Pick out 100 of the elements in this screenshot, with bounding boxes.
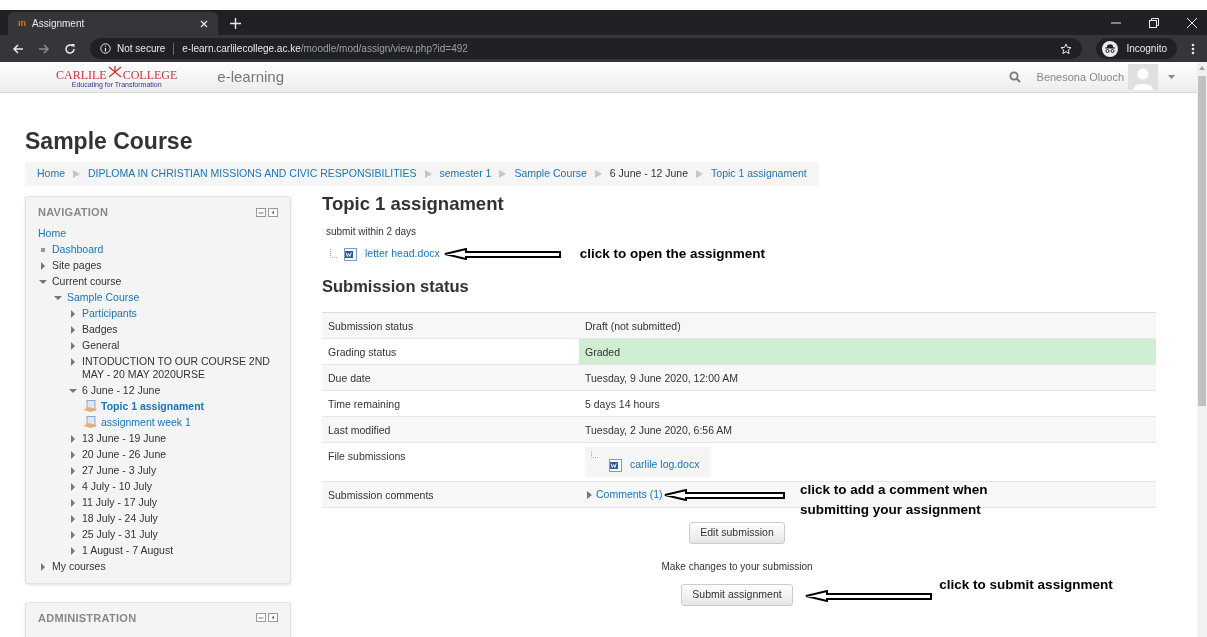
nav-item[interactable]: 18 July - 24 July	[82, 512, 278, 525]
file-link[interactable]: letter head.docx	[365, 246, 440, 262]
block-controls-icon[interactable]	[256, 613, 278, 623]
nav-item[interactable]: 11 July - 17 July	[82, 496, 278, 509]
table-cell-text: Submission status	[327, 319, 415, 335]
collapsed-icon[interactable]	[68, 356, 78, 367]
separator-icon	[424, 170, 432, 178]
nav-link[interactable]: Dashboard	[52, 243, 278, 256]
table-cell-text: Draft (not submitted)	[584, 319, 682, 335]
nav-item[interactable]: Current course	[52, 275, 278, 288]
caret-icon[interactable]	[1168, 75, 1175, 79]
nav-link[interactable]: Topic 1 assignament	[101, 400, 278, 413]
annotation-text: click to open the assignment	[579, 245, 765, 263]
breadcrumb-link[interactable]: Topic 1 assignament	[711, 166, 807, 182]
assignment-title: Topic 1 assignament	[322, 193, 505, 215]
table-cell-text: 5 days 14 hours	[584, 397, 661, 413]
block-title: ADMINISTRATION	[38, 610, 137, 626]
incognito-button[interactable]: Incognito	[1096, 38, 1177, 59]
breadcrumb-link[interactable]: DIPLOMA IN CHRISTIAN MISSIONS AND CIVIC RESPONSIBILITIES	[88, 166, 417, 182]
collapsed-icon[interactable]	[68, 449, 78, 460]
browser-tab[interactable]: ın Assignment	[8, 12, 218, 35]
nav-item[interactable]: Badges	[82, 323, 278, 336]
arrow-icon	[443, 248, 562, 261]
search-icon[interactable]	[1008, 71, 1021, 83]
page-title: Sample Course	[25, 127, 194, 156]
table-cell-text: File submissions	[327, 449, 407, 465]
nav-link[interactable]: Home	[38, 227, 278, 240]
nav-item[interactable]: 4 July - 10 July	[82, 480, 278, 493]
favicon: ın	[18, 16, 26, 30]
scrollbar[interactable]	[1197, 62, 1207, 637]
nav-link[interactable]: Participants	[82, 307, 278, 320]
collapsed-icon[interactable]	[68, 529, 78, 540]
url-text: e-learn.carlilecollege.ac.ke/moodle/mod/assign/view.php?id=492	[182, 42, 468, 56]
section-title: Submission status	[322, 276, 470, 297]
nav-item[interactable]: My courses	[52, 560, 278, 573]
comments-link[interactable]: Comments (1)	[596, 486, 663, 503]
collapsed-icon[interactable]	[585, 490, 593, 499]
table-cell: Graded	[579, 339, 1156, 365]
restore-icon[interactable]	[1149, 17, 1159, 28]
collapsed-icon[interactable]	[68, 340, 78, 351]
collapsed-icon[interactable]	[68, 481, 78, 492]
nav-item[interactable]: 25 July - 31 July	[82, 528, 278, 541]
separator-icon	[73, 170, 80, 178]
word-file-icon[interactable]	[609, 458, 622, 472]
submit-assignment-button[interactable]: Submit assignment	[681, 584, 793, 607]
collapsed-icon[interactable]	[68, 497, 78, 508]
nav-item[interactable]: Site pages	[52, 259, 278, 272]
assignment-icon	[83, 416, 97, 429]
nav-link[interactable]: Sample Course	[67, 291, 278, 304]
breadcrumb-link[interactable]: Home	[37, 166, 65, 182]
collapsed-icon[interactable]	[38, 260, 48, 271]
site-name[interactable]: e-learning	[217, 65, 285, 89]
breadcrumb-link[interactable]: Sample Course	[514, 166, 587, 182]
nav-item[interactable]: 1 August - 7 August	[82, 544, 278, 557]
address-bar[interactable]: Not secure e-learn.carlilecollege.ac.ke/moodle/mod/assign/view.php?id=492	[90, 38, 1083, 59]
arrow-icon	[805, 589, 934, 602]
tree-line-icon	[330, 249, 338, 260]
collapsed-icon[interactable]	[68, 545, 78, 556]
assignment-description: submit within 2 days	[326, 225, 418, 239]
assignment-icon	[83, 400, 97, 413]
separator-icon	[696, 170, 704, 178]
table-cell-text: Time remaining	[327, 397, 401, 413]
more-icon[interactable]	[1191, 42, 1195, 55]
nav-item[interactable]: 27 June - 3 July	[82, 464, 278, 477]
collapsed-icon[interactable]	[68, 324, 78, 335]
info-icon[interactable]	[100, 43, 111, 54]
close-icon[interactable]	[1187, 17, 1197, 28]
back-icon[interactable]	[12, 42, 24, 55]
word-file-icon[interactable]	[344, 247, 357, 261]
nav-link[interactable]: assignment week 1	[101, 416, 278, 429]
block-controls-icon[interactable]	[256, 207, 278, 217]
collapsed-icon[interactable]	[68, 308, 78, 319]
nav-item[interactable]: 13 June - 19 June	[82, 432, 278, 445]
table-cell-text: Last modified	[327, 423, 392, 439]
breadcrumb-link[interactable]: semester 1	[439, 166, 492, 182]
collapsed-icon[interactable]	[38, 561, 48, 572]
separator-icon	[594, 170, 602, 178]
collapsed-icon[interactable]	[68, 433, 78, 444]
collapsed-icon[interactable]	[68, 465, 78, 476]
table-cell-text: Tuesday, 9 June 2020, 12:00 AM	[584, 371, 739, 387]
close-icon[interactable]	[200, 19, 208, 28]
table-cell-text: Grading status	[327, 345, 398, 361]
forward-icon[interactable]	[38, 42, 50, 55]
separator-icon	[499, 170, 507, 178]
reload-icon[interactable]	[64, 42, 76, 55]
star-icon[interactable]	[1060, 42, 1073, 55]
file-link[interactable]: carlile log.docx	[630, 457, 700, 474]
hint-text: Make changes to your submission	[661, 560, 813, 575]
nav-item[interactable]: INTODUCTION TO OUR COURSE 2ND MAY - 20 MAY 2020URSE	[82, 355, 278, 381]
crest-icon	[106, 66, 123, 78]
edit-submission-button[interactable]: Edit submission	[689, 522, 785, 545]
nav-item[interactable]: 6 June - 12 June	[82, 384, 278, 397]
new-tab-icon[interactable]	[230, 18, 241, 29]
collapsed-icon[interactable]	[68, 513, 78, 524]
nav-item[interactable]: General	[82, 339, 278, 352]
breadcrumb-text: 6 June - 12 June	[609, 166, 689, 182]
nav-item[interactable]: 20 June - 26 June	[82, 448, 278, 461]
block-title: NAVIGATION	[38, 205, 109, 220]
table-cell-text: Tuesday, 2 June 2020, 6:56 AM	[584, 423, 734, 439]
incognito-icon	[1102, 40, 1119, 57]
